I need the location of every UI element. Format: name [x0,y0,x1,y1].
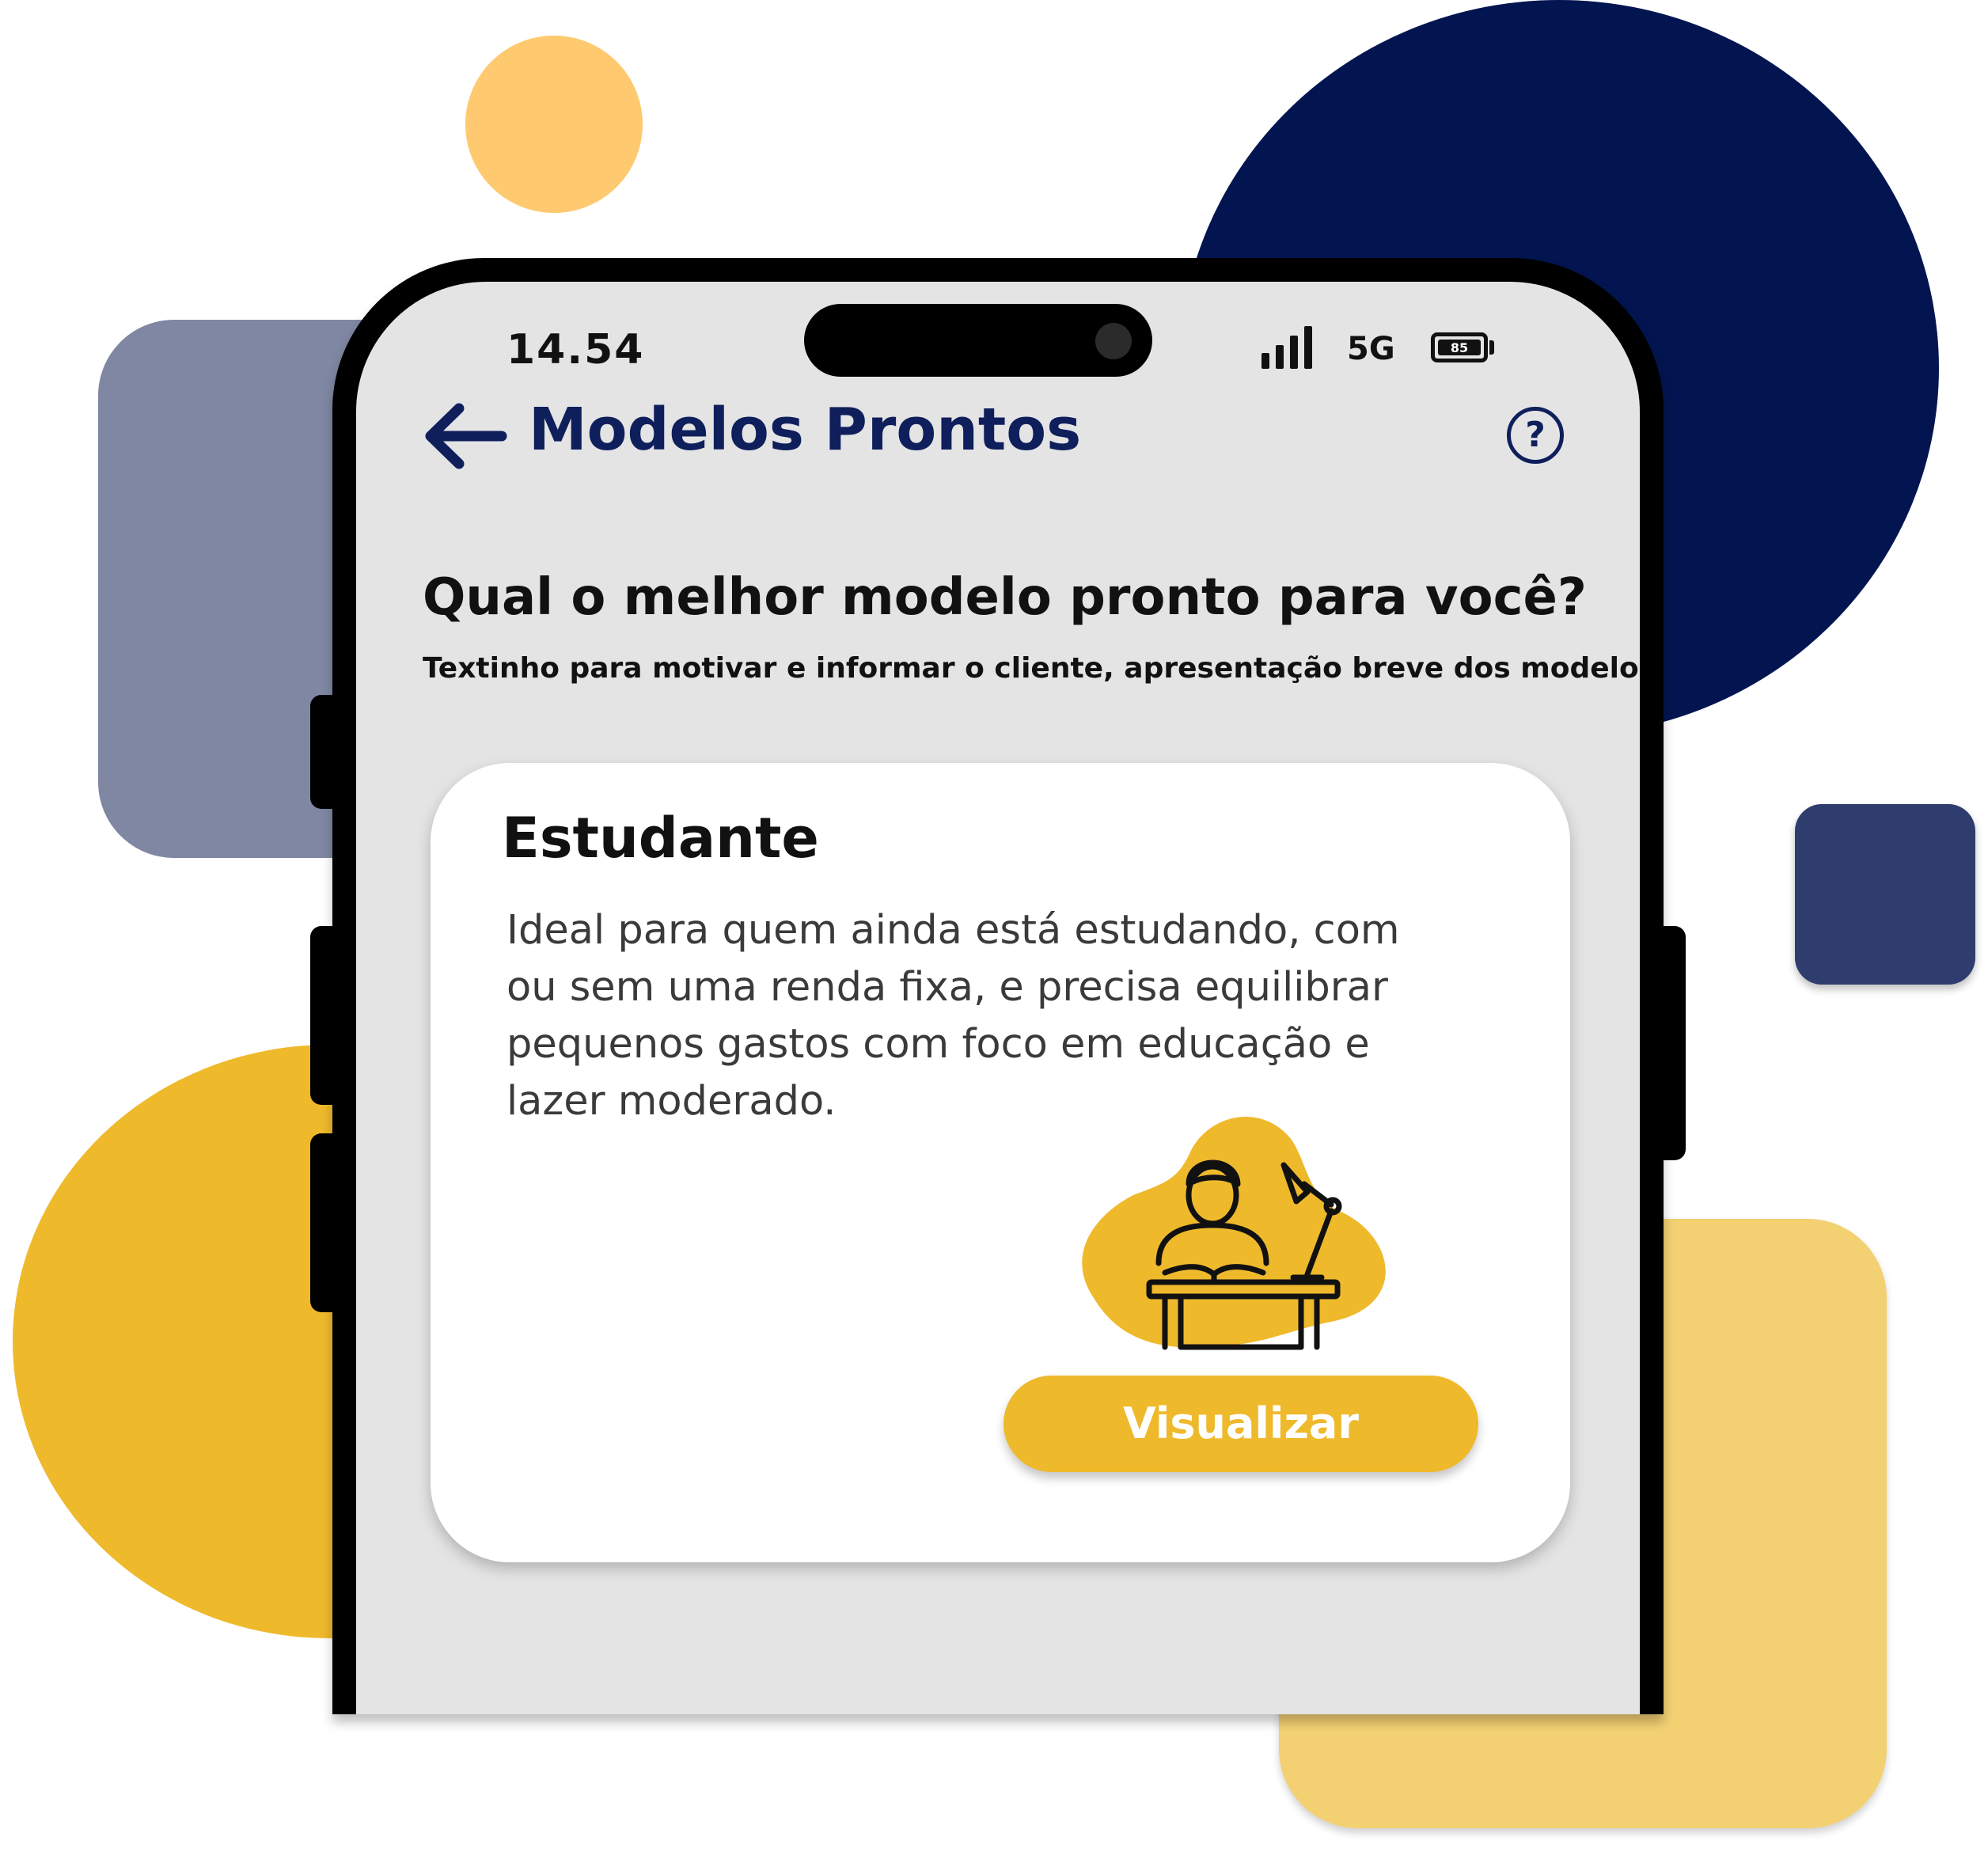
dynamic-island [804,304,1152,377]
battery-icon: 85 [1431,332,1488,362]
decorative-navy-square [1795,804,1975,985]
battery-level: 85 [1438,340,1481,355]
signal-icon [1261,326,1312,369]
student-desk-icon [1082,1117,1386,1350]
view-button[interactable]: Visualizar [1003,1376,1478,1472]
decorative-yellow-dot [465,36,643,213]
status-time: 14.54 [506,326,645,374]
phone-screen: 14.54 5G 85 Modelos Prontos ? Qual o mel… [356,282,1640,1714]
card-title: Estudante [502,806,819,871]
battery-tip [1489,340,1494,355]
intro-question: Qual o melhor modelo pronto para você? [423,568,1588,627]
page-title: Modelos Prontos [529,396,1082,464]
model-card: Estudante Ideal para quem ainda está est… [431,763,1570,1562]
help-icon[interactable]: ? [1507,407,1564,464]
camera-icon [1095,323,1132,359]
intro-subtitle: Textinho para motivar e informar o clien… [423,652,1640,685]
network-label: 5G [1347,331,1395,367]
arrow-left-icon[interactable] [423,400,508,472]
phone-frame: 14.54 5G 85 Modelos Prontos ? Qual o mel… [332,258,1664,1714]
card-description: Ideal para quem ainda está estudando, co… [506,907,1400,1125]
